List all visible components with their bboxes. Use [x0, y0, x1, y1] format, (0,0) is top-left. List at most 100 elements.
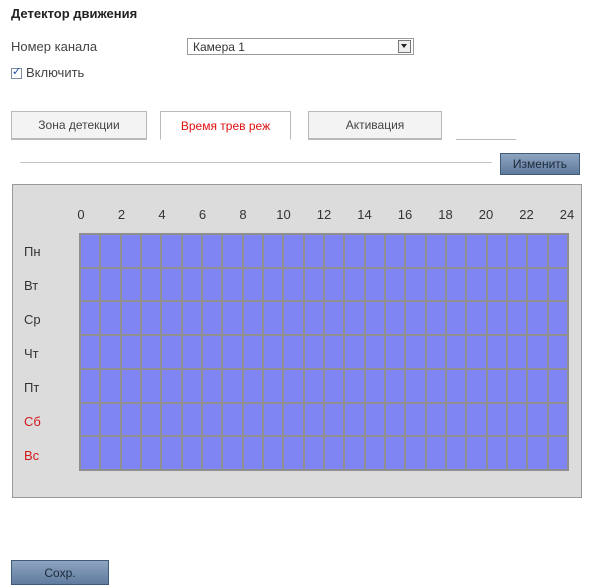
schedule-cell[interactable]	[162, 437, 181, 469]
schedule-cell[interactable]	[548, 302, 567, 335]
schedule-cell[interactable]	[467, 403, 486, 436]
schedule-cell[interactable]	[101, 336, 120, 368]
schedule-cell[interactable]	[162, 336, 181, 368]
schedule-cell[interactable]	[487, 437, 506, 469]
schedule-cell[interactable]	[325, 369, 344, 402]
schedule-cell[interactable]	[345, 437, 364, 469]
schedule-cell[interactable]	[325, 403, 344, 436]
schedule-cell[interactable]	[203, 437, 222, 469]
schedule-cell[interactable]	[304, 437, 323, 469]
edit-button[interactable]: Изменить	[500, 153, 580, 175]
schedule-cell[interactable]	[325, 437, 344, 469]
schedule-cell[interactable]	[467, 302, 486, 335]
schedule-cell[interactable]	[487, 369, 506, 402]
schedule-cell[interactable]	[487, 235, 506, 267]
schedule-cell[interactable]	[142, 302, 161, 335]
schedule-cell[interactable]	[345, 268, 364, 301]
schedule-cell[interactable]	[121, 336, 140, 368]
schedule-cell[interactable]	[406, 369, 425, 402]
schedule-cell[interactable]	[447, 336, 466, 368]
schedule-cell[interactable]	[528, 302, 547, 335]
schedule-cell[interactable]	[345, 302, 364, 335]
schedule-cell[interactable]	[487, 403, 506, 436]
schedule-cell[interactable]	[528, 437, 547, 469]
schedule-cell[interactable]	[345, 403, 364, 436]
schedule-cell[interactable]	[182, 336, 201, 368]
schedule-cell[interactable]	[406, 403, 425, 436]
schedule-cell[interactable]	[264, 403, 283, 436]
schedule-cell[interactable]	[182, 369, 201, 402]
schedule-cell[interactable]	[264, 369, 283, 402]
schedule-cell[interactable]	[304, 336, 323, 368]
schedule-cell[interactable]	[243, 235, 262, 267]
schedule-cell[interactable]	[406, 268, 425, 301]
schedule-cell[interactable]	[284, 369, 303, 402]
schedule-cell[interactable]	[243, 437, 262, 469]
schedule-cell[interactable]	[548, 369, 567, 402]
schedule-cell[interactable]	[243, 369, 262, 402]
schedule-cell[interactable]	[284, 336, 303, 368]
channel-select[interactable]: Камера 1	[187, 38, 414, 55]
schedule-cell[interactable]	[365, 403, 384, 436]
schedule-cell[interactable]	[508, 336, 527, 368]
schedule-cell[interactable]	[548, 336, 567, 368]
schedule-cell[interactable]	[548, 235, 567, 267]
schedule-cell[interactable]	[162, 403, 181, 436]
schedule-cell[interactable]	[264, 268, 283, 301]
schedule-cell[interactable]	[182, 437, 201, 469]
schedule-cell[interactable]	[162, 268, 181, 301]
schedule-cell[interactable]	[203, 302, 222, 335]
schedule-cell[interactable]	[467, 235, 486, 267]
schedule-cell[interactable]	[508, 235, 527, 267]
schedule-cell[interactable]	[508, 437, 527, 469]
schedule-cell[interactable]	[223, 302, 242, 335]
schedule-cell[interactable]	[447, 437, 466, 469]
schedule-cell[interactable]	[467, 437, 486, 469]
schedule-cell[interactable]	[386, 403, 405, 436]
schedule-cell[interactable]	[121, 302, 140, 335]
schedule-cell[interactable]	[101, 403, 120, 436]
tab-detection-zone[interactable]: Зона детекции	[11, 111, 147, 140]
schedule-cell[interactable]	[182, 403, 201, 436]
schedule-cell[interactable]	[264, 235, 283, 267]
schedule-cell[interactable]	[203, 336, 222, 368]
schedule-cell[interactable]	[528, 403, 547, 436]
schedule-cell[interactable]	[487, 302, 506, 335]
schedule-cell[interactable]	[325, 336, 344, 368]
schedule-cell[interactable]	[243, 336, 262, 368]
schedule-cell[interactable]	[101, 235, 120, 267]
schedule-cell[interactable]	[81, 268, 100, 301]
schedule-cell[interactable]	[101, 268, 120, 301]
schedule-cell[interactable]	[426, 268, 445, 301]
schedule-cell[interactable]	[223, 403, 242, 436]
schedule-cell[interactable]	[386, 369, 405, 402]
schedule-cell[interactable]	[386, 437, 405, 469]
schedule-cell[interactable]	[121, 268, 140, 301]
schedule-cell[interactable]	[142, 403, 161, 436]
schedule-cell[interactable]	[508, 369, 527, 402]
schedule-cell[interactable]	[325, 302, 344, 335]
schedule-cell[interactable]	[81, 235, 100, 267]
schedule-grid[interactable]	[79, 233, 569, 471]
schedule-cell[interactable]	[264, 437, 283, 469]
schedule-cell[interactable]	[304, 302, 323, 335]
schedule-cell[interactable]	[284, 268, 303, 301]
schedule-cell[interactable]	[325, 268, 344, 301]
schedule-cell[interactable]	[162, 235, 181, 267]
schedule-cell[interactable]	[528, 336, 547, 368]
schedule-cell[interactable]	[101, 302, 120, 335]
schedule-cell[interactable]	[243, 268, 262, 301]
save-button[interactable]: Сохр.	[11, 560, 109, 585]
schedule-cell[interactable]	[447, 268, 466, 301]
schedule-cell[interactable]	[203, 403, 222, 436]
schedule-cell[interactable]	[467, 268, 486, 301]
schedule-cell[interactable]	[223, 268, 242, 301]
schedule-cell[interactable]	[426, 302, 445, 335]
schedule-cell[interactable]	[406, 302, 425, 335]
schedule-cell[interactable]	[304, 268, 323, 301]
schedule-cell[interactable]	[365, 437, 384, 469]
schedule-cell[interactable]	[528, 268, 547, 301]
schedule-cell[interactable]	[101, 437, 120, 469]
schedule-cell[interactable]	[142, 336, 161, 368]
schedule-cell[interactable]	[426, 336, 445, 368]
